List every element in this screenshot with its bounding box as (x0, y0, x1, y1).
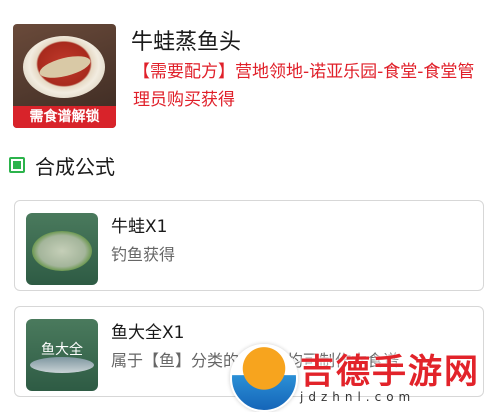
watermark-logo-icon (230, 344, 298, 412)
watermark-text: 吉德手游网 (300, 352, 480, 392)
section-title: 合成公式 (35, 155, 115, 179)
recipe-requirement: 【需要配方】营地领地-诺亚乐园-食堂-食堂管理员购买获得 (133, 62, 475, 110)
site-watermark: 吉德手游网 jdzhnl.com (230, 340, 500, 412)
section-square-icon (9, 157, 25, 173)
frog-image (26, 213, 98, 285)
fish-image: 鱼大全 (26, 319, 98, 391)
watermark-url: jdzhnl.com (300, 390, 416, 404)
fish-icon (30, 357, 94, 373)
dish-title: 牛蛙蒸鱼头 (131, 30, 242, 55)
dish-image: 需食谱解锁 (13, 24, 116, 128)
recipe-lock-badge: 需食谱解锁 (13, 106, 116, 128)
ingredient-name: 鱼大全X1 (111, 323, 185, 343)
ingredient-card-frog[interactable]: 牛蛙X1 钓鱼获得 (14, 200, 484, 291)
ingredient-name: 牛蛙X1 (111, 217, 168, 237)
fish-image-label: 鱼大全 (41, 342, 83, 358)
frog-plate-icon (32, 231, 92, 271)
ingredient-desc: 钓鱼获得 (111, 245, 176, 264)
